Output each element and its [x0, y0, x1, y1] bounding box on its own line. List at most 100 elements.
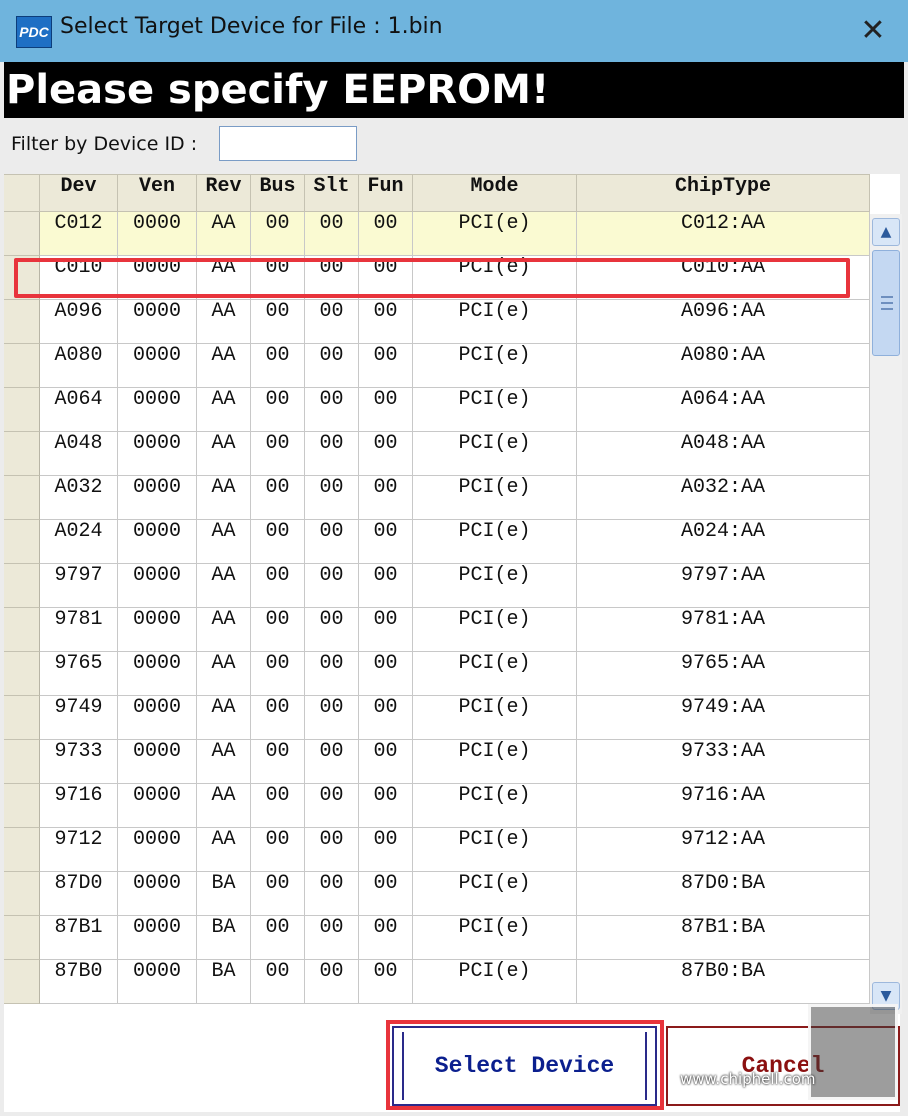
- cell-ven: 0000: [118, 652, 197, 696]
- table-row[interactable]: A024 0000 AA 00 00 00 PCI(e) A024:AA: [4, 520, 870, 564]
- cell-fun: 00: [359, 300, 413, 344]
- cell-slt: 00: [305, 432, 359, 476]
- cell-rev: AA: [197, 256, 251, 300]
- table-row[interactable]: 9712 0000 AA 00 00 00 PCI(e) 9712:AA: [4, 828, 870, 872]
- table-row[interactable]: 87B1 0000 BA 00 00 00 PCI(e) 87B1:BA: [4, 916, 870, 960]
- column-header-ven[interactable]: Ven: [118, 175, 197, 211]
- cell-chiptype: 87B0:BA: [577, 960, 870, 1004]
- cell-fun: 00: [359, 960, 413, 1004]
- title-bar: PDC Select Target Device for File : 1.bi…: [0, 0, 908, 62]
- scroll-down-icon[interactable]: ▼: [872, 982, 900, 1010]
- table-row[interactable]: 9733 0000 AA 00 00 00 PCI(e) 9733:AA: [4, 740, 870, 784]
- table-row[interactable]: 9765 0000 AA 00 00 00 PCI(e) 9765:AA: [4, 652, 870, 696]
- cell-fun: 00: [359, 740, 413, 784]
- vertical-scrollbar[interactable]: ▲ ▼: [870, 214, 902, 1014]
- table-row[interactable]: 87B0 0000 BA 00 00 00 PCI(e) 87B0:BA: [4, 960, 870, 1004]
- row-indicator[interactable]: [4, 476, 40, 520]
- table-row[interactable]: 9781 0000 AA 00 00 00 PCI(e) 9781:AA: [4, 608, 870, 652]
- row-indicator[interactable]: [4, 388, 40, 432]
- cell-slt: 00: [305, 608, 359, 652]
- cell-dev: 9712: [40, 828, 118, 872]
- cell-mode: PCI(e): [413, 784, 577, 828]
- table-row[interactable]: 9797 0000 AA 00 00 00 PCI(e) 9797:AA: [4, 564, 870, 608]
- table-row[interactable]: A080 0000 AA 00 00 00 PCI(e) A080:AA: [4, 344, 870, 388]
- column-header-dev[interactable]: Dev: [40, 175, 118, 211]
- row-indicator[interactable]: [4, 520, 40, 564]
- select-device-button[interactable]: Select Device: [392, 1026, 657, 1106]
- column-header-bus[interactable]: Bus: [251, 175, 305, 211]
- row-indicator[interactable]: [4, 212, 40, 256]
- row-indicator[interactable]: [4, 300, 40, 344]
- cancel-button[interactable]: Cancel: [666, 1026, 900, 1106]
- cell-fun: 00: [359, 916, 413, 960]
- cell-ven: 0000: [118, 916, 197, 960]
- table-row[interactable]: C010 0000 AA 00 00 00 PCI(e) C010:AA: [4, 256, 870, 300]
- cell-mode: PCI(e): [413, 696, 577, 740]
- cell-slt: 00: [305, 520, 359, 564]
- cell-ven: 0000: [118, 696, 197, 740]
- row-indicator[interactable]: [4, 344, 40, 388]
- cell-slt: 00: [305, 696, 359, 740]
- scroll-thumb[interactable]: [872, 250, 900, 356]
- row-indicator[interactable]: [4, 916, 40, 960]
- cell-rev: AA: [197, 388, 251, 432]
- row-indicator[interactable]: [4, 564, 40, 608]
- cell-fun: 00: [359, 432, 413, 476]
- cell-rev: BA: [197, 916, 251, 960]
- cell-rev: AA: [197, 564, 251, 608]
- table-row[interactable]: A032 0000 AA 00 00 00 PCI(e) A032:AA: [4, 476, 870, 520]
- cell-fun: 00: [359, 256, 413, 300]
- cell-slt: 00: [305, 740, 359, 784]
- cell-mode: PCI(e): [413, 652, 577, 696]
- cell-chiptype: A032:AA: [577, 476, 870, 520]
- cell-rev: AA: [197, 432, 251, 476]
- cell-slt: 00: [305, 652, 359, 696]
- row-indicator[interactable]: [4, 608, 40, 652]
- cell-chiptype: C012:AA: [577, 212, 870, 256]
- cell-fun: 00: [359, 212, 413, 256]
- column-header-mode[interactable]: Mode: [413, 175, 577, 211]
- table-row[interactable]: 9749 0000 AA 00 00 00 PCI(e) 9749:AA: [4, 696, 870, 740]
- cell-fun: 00: [359, 344, 413, 388]
- row-indicator[interactable]: [4, 740, 40, 784]
- cell-mode: PCI(e): [413, 916, 577, 960]
- table-row[interactable]: A096 0000 AA 00 00 00 PCI(e) A096:AA: [4, 300, 870, 344]
- column-header-chiptype[interactable]: ChipType: [577, 175, 870, 211]
- table-row[interactable]: 9716 0000 AA 00 00 00 PCI(e) 9716:AA: [4, 784, 870, 828]
- row-indicator[interactable]: [4, 784, 40, 828]
- cell-fun: 00: [359, 476, 413, 520]
- cell-mode: PCI(e): [413, 344, 577, 388]
- cell-bus: 00: [251, 520, 305, 564]
- row-indicator[interactable]: [4, 872, 40, 916]
- table-row[interactable]: 87D0 0000 BA 00 00 00 PCI(e) 87D0:BA: [4, 872, 870, 916]
- table-row[interactable]: A048 0000 AA 00 00 00 PCI(e) A048:AA: [4, 432, 870, 476]
- cell-dev: A064: [40, 388, 118, 432]
- column-header-fun[interactable]: Fun: [359, 175, 413, 211]
- close-icon[interactable]: ✕: [848, 6, 898, 56]
- row-indicator-header: [4, 175, 40, 211]
- cell-rev: AA: [197, 784, 251, 828]
- cell-chiptype: 9712:AA: [577, 828, 870, 872]
- cell-chiptype: 87B1:BA: [577, 916, 870, 960]
- column-header-rev[interactable]: Rev: [197, 175, 251, 211]
- table-row[interactable]: A064 0000 AA 00 00 00 PCI(e) A064:AA: [4, 388, 870, 432]
- row-indicator[interactable]: [4, 828, 40, 872]
- cell-chiptype: 9765:AA: [577, 652, 870, 696]
- row-indicator[interactable]: [4, 696, 40, 740]
- column-header-slt[interactable]: Slt: [305, 175, 359, 211]
- table-row[interactable]: C012 0000 AA 00 00 00 PCI(e) C012:AA: [4, 212, 870, 256]
- cell-bus: 00: [251, 608, 305, 652]
- scroll-up-icon[interactable]: ▲: [872, 218, 900, 246]
- row-indicator[interactable]: [4, 960, 40, 1004]
- cell-fun: 00: [359, 872, 413, 916]
- device-id-filter-input[interactable]: [219, 126, 357, 161]
- cell-slt: 00: [305, 872, 359, 916]
- row-indicator[interactable]: [4, 432, 40, 476]
- cell-dev: 9733: [40, 740, 118, 784]
- cell-chiptype: A096:AA: [577, 300, 870, 344]
- cell-mode: PCI(e): [413, 256, 577, 300]
- row-indicator[interactable]: [4, 256, 40, 300]
- cell-chiptype: A080:AA: [577, 344, 870, 388]
- row-indicator[interactable]: [4, 652, 40, 696]
- cell-fun: 00: [359, 652, 413, 696]
